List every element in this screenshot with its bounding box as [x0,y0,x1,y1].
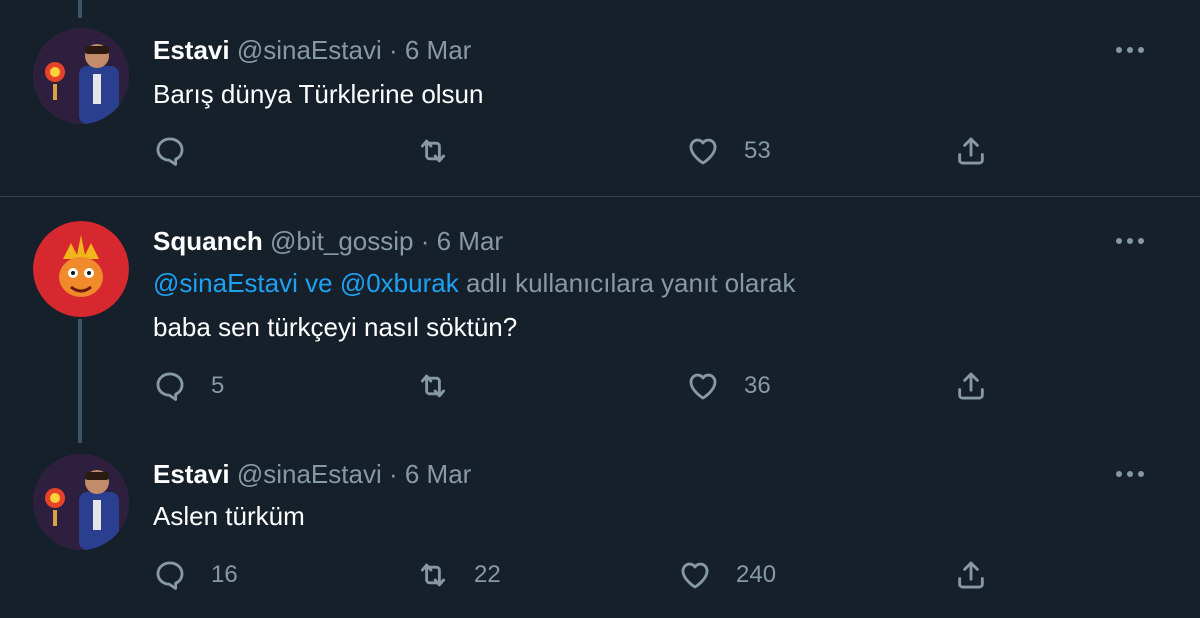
retweet-icon [420,563,446,587]
tweet-text: baba sen türkçeyi nasıl söktün? [153,312,518,342]
mention-link[interactable]: @0xburak [340,268,459,298]
like-count: 36 [744,372,771,399]
reply-count: 16 [211,561,238,588]
retweet-button[interactable]: 22 [416,558,501,592]
share-button[interactable] [954,369,988,403]
handle[interactable]: @bit_gossip [270,226,413,256]
reply-button[interactable]: 16 [153,558,238,592]
like-count: 240 [736,561,777,588]
avatar[interactable] [33,454,129,550]
display-name[interactable]: Estavi [153,459,230,489]
timestamp[interactable]: 6 Mar [405,459,471,489]
avatar[interactable] [33,28,129,124]
timestamp[interactable]: 6 Mar [405,35,471,65]
retweet-button[interactable] [416,134,474,168]
display-name[interactable]: Estavi [153,35,230,65]
like-icon [689,138,717,165]
retweet-count: 22 [474,561,501,588]
like-button[interactable]: 36 [686,369,771,403]
tweet-header: Estavi @sinaEstavi · 6 Mar [153,34,471,66]
reply-count: 5 [211,372,225,399]
reply-button[interactable] [153,134,211,168]
tweet[interactable]: Estavi @sinaEstavi · 6 Mar Aslen türküm … [0,450,1200,618]
like-button[interactable]: 53 [686,134,771,168]
share-icon [958,372,984,400]
meta-separator: · [381,35,405,65]
thread-line [78,319,82,443]
reply-icon [156,137,184,166]
meta-separator: · [413,226,437,256]
timestamp[interactable]: 6 Mar [437,226,503,256]
share-icon [958,561,984,589]
retweet-icon [420,139,446,163]
handle[interactable]: @sinaEstavi [237,459,382,489]
reply-suffix: adlı kullanıcılara yanıt olarak [458,268,796,298]
meta-separator: · [381,459,405,489]
avatar[interactable] [33,221,129,317]
mention-link[interactable]: @sinaEstavi [153,268,298,298]
tweet-text: Barış dünya Türklerine olsun [153,79,484,109]
tweet-header: Estavi @sinaEstavi · 6 Mar [153,458,471,490]
more-icon[interactable] [1112,231,1148,251]
share-button[interactable] [954,558,988,592]
like-button[interactable]: 240 [678,558,776,592]
reply-context: @sinaEstavi ve @0xburak adlı kullanıcıla… [153,267,795,299]
handle[interactable]: @sinaEstavi [237,35,382,65]
more-icon[interactable] [1112,464,1148,484]
reply-button[interactable]: 5 [153,369,224,403]
tweet[interactable]: Estavi @sinaEstavi · 6 Mar Barış dünya T… [0,0,1200,196]
tweet-text: Aslen türküm [153,501,305,531]
reply-connector: ve [297,268,340,298]
like-icon [681,562,709,589]
share-icon [958,137,984,165]
more-icon[interactable] [1112,40,1148,60]
like-icon [689,373,717,400]
share-button[interactable] [954,134,988,168]
retweet-button[interactable] [416,369,474,403]
like-count: 53 [744,137,771,164]
retweet-icon [420,374,446,398]
tweet-header: Squanch @bit_gossip · 6 Mar [153,225,503,257]
reply-icon [156,561,184,590]
reply-icon [156,372,184,401]
display-name[interactable]: Squanch [153,226,263,256]
